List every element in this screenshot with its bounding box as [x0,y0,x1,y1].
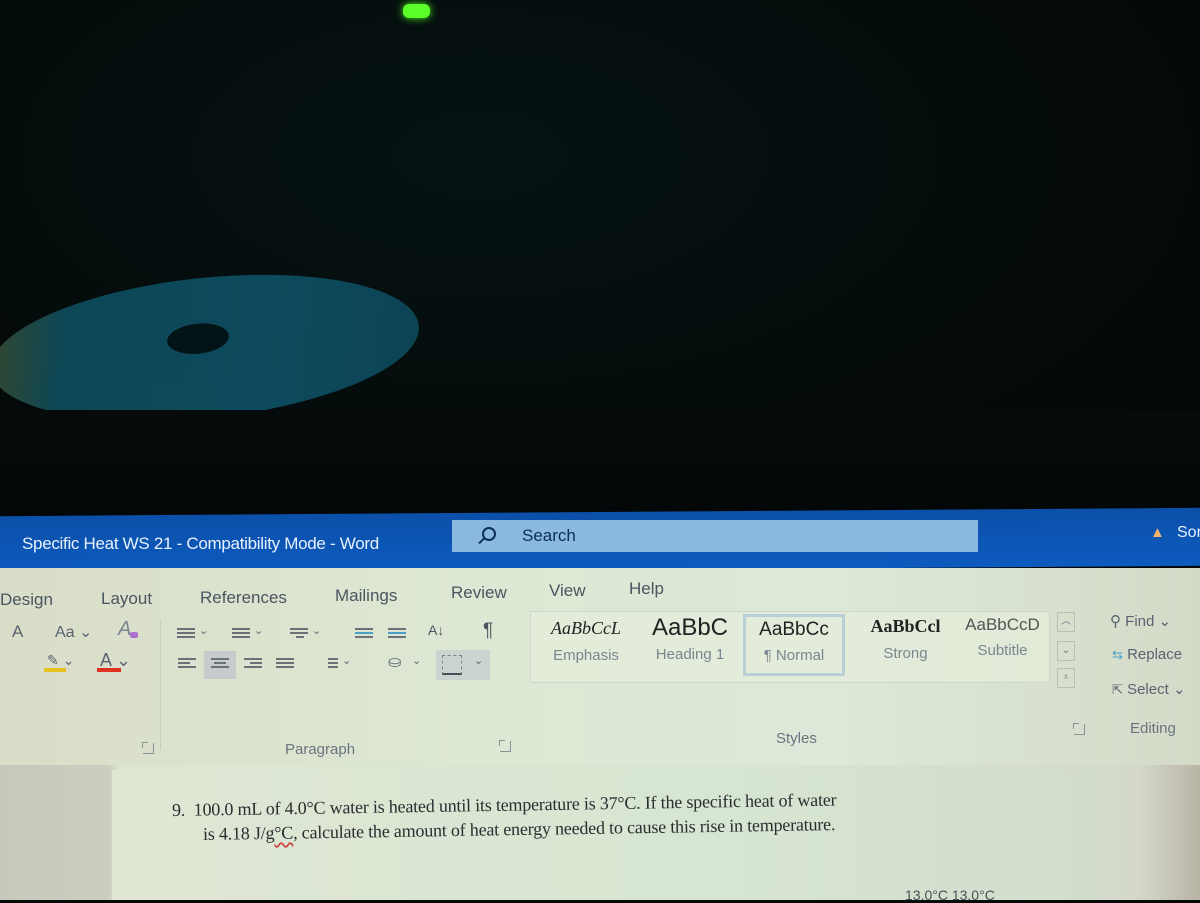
style-strong[interactable]: AaBbCcl Strong [853,616,958,662]
spelling-error-text[interactable]: g°C [265,823,293,843]
tab-layout[interactable]: Layout [101,589,152,609]
editing-group-label: Editing [1130,720,1176,737]
eraser-icon [130,632,138,638]
style-sample: AaBbC [651,614,729,641]
styles-group-label: Styles [776,730,817,747]
justify-icon[interactable] [276,658,294,672]
gallery-scroll-up[interactable]: ︿ [1057,612,1075,632]
style-sample: AaBbCcl [870,616,941,636]
style-normal[interactable]: AaBbCc ¶ Normal [743,614,845,676]
tab-view[interactable]: View [549,581,586,601]
clear-formatting-icon[interactable]: A [118,618,131,641]
search-icon [482,527,496,541]
style-sample: AaBbCcD [965,615,1040,634]
gallery-more-icon[interactable]: ⩡ [1057,668,1075,688]
tab-references[interactable]: References [200,588,287,608]
partial-answer-text: 13.0°C 13.0°C [905,887,995,903]
borders-dropdown[interactable]: ⌄ [474,654,483,667]
screen-edge [0,410,1200,515]
shading-icon[interactable]: ⛀ [388,652,401,672]
styles-dialog-launcher[interactable] [1073,723,1085,735]
style-sample: AaBbCcL [551,618,621,638]
tab-design[interactable]: Design [0,590,53,610]
numbering-icon[interactable] [232,628,250,642]
align-center-icon[interactable] [211,658,229,672]
highlight-color-swatch [44,668,66,672]
borders-icon[interactable] [442,655,462,675]
line-spacing-icon[interactable] [320,658,338,672]
window-title: Specific Heat WS 21 - Compatibility Mode… [22,534,379,553]
replace-icon: ⇆ [1112,647,1123,662]
font-dialog-launcher[interactable] [142,742,154,754]
background-desk [0,0,1200,515]
find-icon: ⚲ [1110,613,1121,630]
sort-icon[interactable]: A↓ [428,622,444,638]
ribbon-tabs: Design Layout References Mailings Review… [0,578,1200,610]
question-number: 9. [171,799,186,820]
notice-text[interactable]: Sor [1177,524,1200,542]
style-heading-1[interactable]: AaBbC Heading 1 [640,614,740,663]
multilevel-list-icon[interactable] [290,628,308,642]
font-color-swatch [97,668,121,672]
replace-label: Replace [1127,646,1183,663]
multilevel-dropdown[interactable]: ⌄ [312,624,321,637]
find-label: Find [1125,613,1155,630]
tab-help[interactable]: Help [629,579,664,599]
align-right-icon[interactable] [244,658,262,672]
align-left-icon[interactable] [178,658,196,672]
power-led [403,4,430,18]
select-label: Select [1127,681,1169,698]
bullets-icon[interactable] [177,628,195,642]
gallery-scroll-down[interactable]: ⌄ [1057,641,1075,661]
style-emphasis[interactable]: AaBbCcL Emphasis [538,618,634,664]
disc-hole [165,320,231,357]
select-button[interactable]: ⇱ Select ⌄ [1112,680,1186,698]
style-sample: AaBbCc [759,619,829,640]
style-name: Emphasis [553,647,619,664]
warning-icon[interactable]: ▲ [1150,524,1165,541]
select-cursor-icon: ⇱ [1112,682,1123,697]
decrease-indent-icon[interactable] [355,628,373,642]
style-name: Strong [883,645,928,662]
grow-font-icon[interactable]: A [12,622,23,642]
search-input[interactable]: Search [452,520,978,552]
tab-mailings[interactable]: Mailings [335,586,397,606]
style-subtitle[interactable]: AaBbCcD Subtitle [955,615,1050,659]
shading-dropdown[interactable]: ⌄ [412,654,421,667]
show-formatting-marks-icon[interactable]: ¶ [483,620,493,642]
increase-indent-icon[interactable] [388,628,406,642]
font-color-label: A [100,650,112,670]
search-placeholder: Search [522,526,576,545]
bullets-dropdown[interactable]: ⌄ [199,624,208,637]
change-case-button[interactable]: Aa ⌄ [55,622,92,642]
replace-button[interactable]: ⇆ Replace [1112,646,1182,663]
paragraph-dialog-launcher[interactable] [499,740,511,752]
highlighter-icon[interactable]: ✎ ⌄ [47,652,74,669]
tab-review[interactable]: Review [451,583,507,603]
style-name: ¶ Normal [763,647,825,664]
style-name: Heading 1 [655,646,725,663]
numbering-dropdown[interactable]: ⌄ [254,624,263,637]
change-case-label: Aa [55,624,75,641]
line-spacing-dropdown[interactable]: ⌄ [342,654,351,667]
group-divider [160,620,161,750]
paragraph-group-label: Paragraph [285,741,356,758]
question-text-2a: is 4.18 J/ [202,823,266,844]
find-button[interactable]: ⚲ Find ⌄ [1110,612,1171,630]
style-name: Subtitle [977,642,1028,659]
